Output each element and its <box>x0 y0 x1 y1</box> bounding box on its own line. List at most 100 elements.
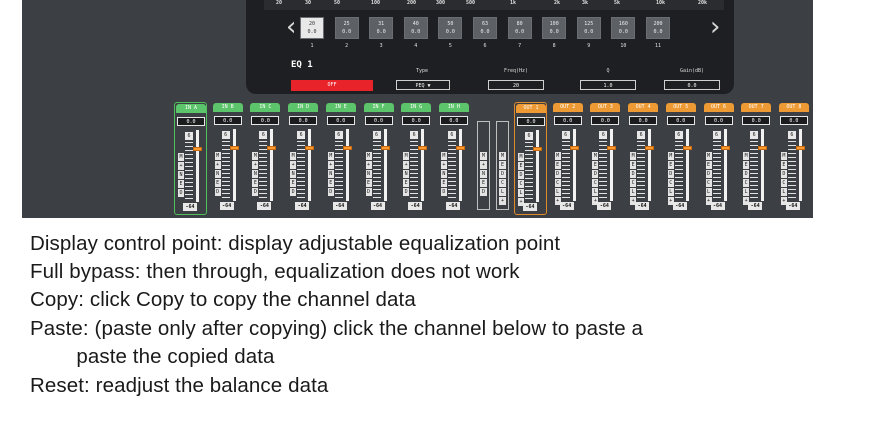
channel-mode-button[interactable]: E <box>178 180 184 188</box>
fader-track[interactable] <box>798 129 802 201</box>
channel-mode-button[interactable]: M <box>705 152 712 160</box>
master-mode-button[interactable]: D <box>499 170 506 178</box>
gain-input[interactable]: 0.0 <box>664 80 720 90</box>
channel-mode-button[interactable]: C <box>554 179 561 187</box>
channel-mode-button[interactable]: M <box>518 153 524 161</box>
eq-band-button[interactable]: 25 0.0 <box>334 17 359 39</box>
channel-mode-button[interactable]: D <box>214 188 221 196</box>
channel-mode-button[interactable]: N <box>252 170 259 178</box>
channel-gain-input[interactable]: 0.0 <box>553 116 582 125</box>
channel-label[interactable]: IN D <box>288 103 319 112</box>
channel-mode-button[interactable]: E <box>403 179 410 187</box>
channel-mode-button[interactable]: E <box>592 161 599 169</box>
channel-mode-button[interactable]: M <box>403 152 410 160</box>
channel-mode-button[interactable]: + <box>290 161 297 169</box>
channel-gain-input[interactable]: 0.0 <box>177 117 205 126</box>
channel-mode-button[interactable]: M <box>252 152 259 160</box>
channel-mode-button[interactable]: E <box>365 179 372 187</box>
master-mode-button[interactable]: M <box>480 152 487 160</box>
channel-mode-button[interactable]: M <box>667 152 674 160</box>
fader-knob[interactable] <box>380 146 390 150</box>
channel-gain-input[interactable]: 0.0 <box>704 116 733 125</box>
channel-label[interactable]: OUT 3 <box>590 103 621 112</box>
channel-mode-button[interactable]: N <box>178 171 184 179</box>
master-mode-button[interactable]: M <box>499 152 506 160</box>
channel-mode-button[interactable]: D <box>518 171 524 179</box>
channel-mode-button[interactable]: N <box>403 170 410 178</box>
channel-label[interactable]: OUT 8 <box>778 103 809 112</box>
channel-mode-button[interactable]: + <box>214 161 221 169</box>
channel-gain-input[interactable]: 0.0 <box>213 116 242 125</box>
channel-gain-input[interactable]: 0.0 <box>326 116 355 125</box>
eq-band-button[interactable]: 80 0.0 <box>507 17 532 39</box>
channel-gain-input[interactable]: 0.0 <box>289 116 318 125</box>
channel-mode-button[interactable]: M <box>290 152 297 160</box>
channel-mode-button[interactable]: D <box>743 170 750 178</box>
fader-knob[interactable] <box>645 146 655 150</box>
channel-mode-button[interactable]: + <box>403 161 410 169</box>
channel-mode-button[interactable]: L <box>592 188 599 196</box>
eq-band-button[interactable]: 100 0.0 <box>542 17 567 39</box>
type-select[interactable]: PEQ ▼ <box>396 80 450 90</box>
fader-knob[interactable] <box>267 146 277 150</box>
master-mode-button[interactable]: + <box>499 197 506 205</box>
fader-knob[interactable] <box>569 146 579 150</box>
fader-track[interactable] <box>232 129 236 201</box>
master-mode-button[interactable]: D <box>480 188 487 196</box>
channel-mode-button[interactable]: E <box>667 161 674 169</box>
fader-knob[interactable] <box>720 146 730 150</box>
chevron-right-icon[interactable]: › <box>710 14 720 40</box>
channel-mode-button[interactable]: E <box>743 161 750 169</box>
fader-knob[interactable] <box>795 146 805 150</box>
fader-track[interactable] <box>458 129 462 201</box>
fader-knob[interactable] <box>342 146 352 150</box>
master-mode-button[interactable]: C <box>499 179 506 187</box>
channel-label[interactable]: IN H <box>438 103 469 112</box>
fader-knob[interactable] <box>533 147 542 151</box>
master-mode-button[interactable]: + <box>480 161 487 169</box>
eq-band-button[interactable]: 125 0.0 <box>576 17 601 39</box>
fader-knob[interactable] <box>455 146 465 150</box>
master-mode-button[interactable]: E <box>480 179 487 187</box>
eq-band-button[interactable]: 63 0.0 <box>473 17 497 39</box>
channel-mode-button[interactable]: E <box>780 161 787 169</box>
eq-band-button[interactable]: 31 0.0 <box>369 17 394 39</box>
eq-band-button[interactable]: 50 0.0 <box>438 17 463 39</box>
channel-mode-button[interactable]: D <box>178 189 184 197</box>
fader-track[interactable] <box>196 130 199 202</box>
fader-knob[interactable] <box>607 146 617 150</box>
eq-band-button[interactable]: 160 0.0 <box>611 17 636 39</box>
channel-mode-button[interactable]: M <box>592 152 599 160</box>
channel-mode-button[interactable]: D <box>667 170 674 178</box>
channel-mode-button[interactable]: C <box>743 179 750 187</box>
channel-mode-button[interactable]: L <box>518 189 524 197</box>
channel-mode-button[interactable]: C <box>780 179 787 187</box>
channel-label[interactable]: IN B <box>212 103 243 112</box>
fader-track[interactable] <box>383 129 387 201</box>
fader-track[interactable] <box>308 129 312 201</box>
fader-track[interactable] <box>270 129 274 201</box>
channel-mode-button[interactable]: C <box>705 179 712 187</box>
channel-mode-button[interactable]: D <box>327 188 334 196</box>
channel-label[interactable]: OUT 7 <box>741 103 772 112</box>
channel-mode-button[interactable]: M <box>440 152 447 160</box>
channel-label[interactable]: IN C <box>250 103 281 112</box>
channel-gain-input[interactable]: 0.0 <box>629 116 658 125</box>
fader-track[interactable] <box>345 129 349 201</box>
channel-label[interactable]: OUT 1 <box>516 104 546 113</box>
channel-mode-button[interactable]: + <box>252 161 259 169</box>
channel-mode-button[interactable]: E <box>518 162 524 170</box>
channel-mode-button[interactable]: M <box>214 152 221 160</box>
channel-gain-input[interactable]: 0.0 <box>591 116 620 125</box>
q-input[interactable]: 1.0 <box>580 80 636 90</box>
channel-mode-button[interactable]: E <box>705 161 712 169</box>
channel-mode-button[interactable]: L <box>743 188 750 196</box>
channel-mode-button[interactable]: + <box>365 161 372 169</box>
channel-label[interactable]: IN G <box>401 103 432 112</box>
fader-track[interactable] <box>536 130 539 202</box>
channel-label[interactable]: IN A <box>176 104 206 113</box>
channel-mode-button[interactable]: L <box>630 188 637 196</box>
channel-label[interactable]: OUT 2 <box>552 103 583 112</box>
channel-mode-button[interactable]: C <box>518 180 524 188</box>
channel-gain-input[interactable]: 0.0 <box>517 117 545 126</box>
